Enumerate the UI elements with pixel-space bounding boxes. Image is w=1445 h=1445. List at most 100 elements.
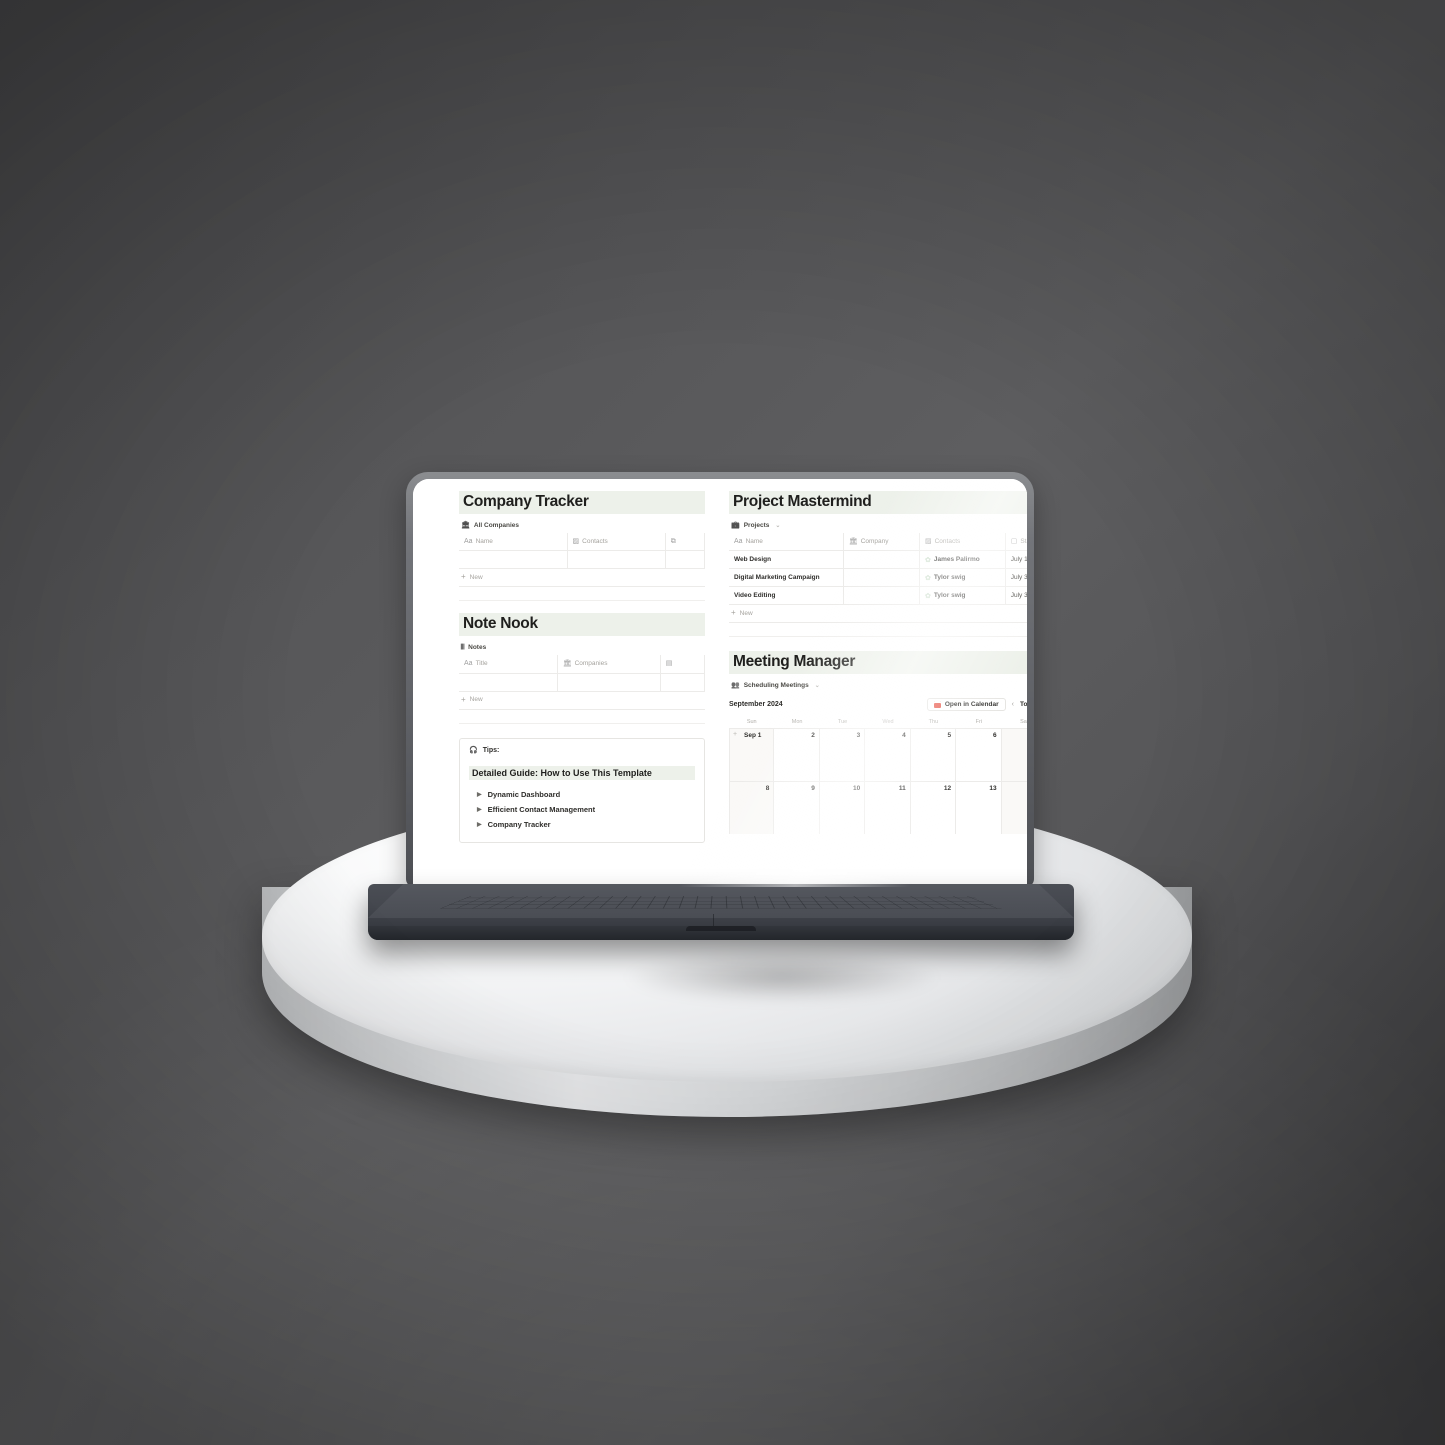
note-nook-view-selector[interactable]: 𝄃𝄃 Notes [461,644,705,651]
column-header-name-label: Name [475,538,493,546]
cell-contacts[interactable]: ✿ Tylor swig [918,568,1006,588]
calendar-day-cell[interactable]: 6 [956,729,1002,782]
list-icon: ▤ [665,660,673,668]
contacts-icon: ▨ [924,538,932,546]
cell-start[interactable]: July 1, [1004,550,1027,570]
table-header-row: Aa Name ▨ Contacts ⧉ [459,532,706,552]
today-button[interactable]: Today [1020,701,1027,708]
calendar-day-cell[interactable]: 5 [911,729,957,782]
cell-company[interactable] [842,550,920,570]
cell-name[interactable]: Digital Marketing Campaign [729,568,844,588]
chevron-right-icon[interactable]: ▶ [477,806,482,813]
text-type-icon: Aa [464,538,473,546]
calendar-day-cell[interactable]: 4 [865,729,911,782]
company-tracker-view-label: All Companies [473,521,520,529]
note-nook-table[interactable]: Aa Title 🏛 Companies ▤ [459,655,706,692]
calendar-day-cell[interactable]: + Sep 1 [729,729,775,782]
column-header-start[interactable]: ▢ Sta [1004,532,1027,552]
chevron-right-icon[interactable]: ▶ [477,821,482,828]
company-tracker-block: Company Tracker 🏛 All Companies Aa Name … [459,491,706,602]
cell-contacts[interactable] [566,550,666,570]
chevron-right-icon[interactable]: ▶ [477,791,482,798]
laptop-device: Company Tracker 🏛 All Companies Aa Name … [0,0,1445,1445]
calendar-day-number: 5 [947,732,952,740]
section-divider [729,623,1027,638]
cell-name[interactable] [459,550,568,570]
calendar-icon [933,701,941,709]
chevron-down-icon[interactable]: ⌄ [775,522,780,529]
calendar-day-cell[interactable]: 12 [911,782,957,835]
cell-contacts[interactable]: ✿ James Palirmo [918,550,1006,570]
meeting-manager-title: Meeting Manager [729,651,1027,675]
calendar-day-cell[interactable]: 14 [1001,782,1027,835]
note-nook-title: Note Nook [459,613,705,637]
column-header-contacts[interactable]: ▨ Contacts [566,532,666,552]
calendar-day-cell[interactable]: 13 [956,782,1002,835]
cell-company[interactable] [842,568,920,588]
column-header-company[interactable]: 🏛 Company [842,532,920,552]
calendar-day-number: 3 [856,732,861,740]
calendar-day-cell[interactable]: 11 [865,782,911,835]
list-item[interactable]: ▶ Dynamic Dashboard [469,787,695,802]
company-tracker-view-selector[interactable]: 🏛 All Companies [461,522,705,529]
calendar-day-number: 2 [811,732,815,740]
cell-company[interactable] [842,586,920,606]
cell-title[interactable] [459,672,558,692]
project-mastermind-block: Project Mastermind 💼 Projects ⌄ Aa Name … [729,491,1027,638]
calendar-day-cell[interactable]: 10 [820,782,866,835]
prev-month-button[interactable]: ‹ [1012,701,1014,708]
guide-title: Detailed Guide: How to Use This Template [469,765,695,780]
calendar-day-cell[interactable]: 2 [774,729,820,782]
contact-label: Tylor swig [933,592,966,600]
column-header-name[interactable]: Aa Name [729,532,844,552]
calendar-day-names: Sun Mon Tue Wed Thu Fri Sat [729,717,1027,728]
column-header-contacts[interactable]: ▨ Contacts [918,532,1006,552]
cell-start[interactable]: July 30 [1004,568,1027,588]
list-item-label: Company Tracker [487,819,551,829]
note-nook-new-row-button[interactable]: + New [459,692,705,710]
meeting-manager-view-selector[interactable]: 👥 Scheduling Meetings ⌄ [731,682,1027,689]
table-row[interactable]: Digital Marketing Campaign ✿ Tylor swig [729,568,1027,588]
column-header-extra[interactable]: ⧉ [664,532,706,552]
company-tracker-title: Company Tracker [459,491,705,514]
cell-companies[interactable] [556,672,661,692]
project-mastermind-table[interactable]: Aa Name 🏛 Company ▨ Contacts ▢ St Web De… [729,532,1027,606]
column-header-extra[interactable]: ▤ [659,655,706,674]
column-header-companies[interactable]: 🏛 Companies [556,655,661,674]
company-tracker-new-row-button[interactable]: + New [459,569,705,588]
laptop-base [368,884,1074,940]
table-row[interactable] [459,550,706,570]
column-header-name[interactable]: Aa Name [459,532,568,552]
note-nook-block: Note Nook 𝄃𝄃 Notes Aa Title 🏛 Companies … [459,613,706,724]
cell-start[interactable]: July 31 [1004,586,1027,606]
bank-icon: 🏛 [461,521,470,529]
new-row-label: New [469,696,483,704]
text-type-icon: Aa [734,538,743,546]
calendar-day-cell[interactable]: 3 [820,729,866,782]
open-in-calendar-button[interactable]: Open in Calendar [926,698,1006,712]
cell-contacts[interactable]: ✿ Tylor swig [918,586,1006,606]
calendar-day-cell[interactable]: 7 [1001,729,1027,782]
date-icon: ▢ [1010,538,1018,546]
table-header-row: Aa Title 🏛 Companies ▤ [459,655,706,674]
chevron-down-icon[interactable]: ⌄ [815,682,820,689]
cell-name[interactable]: Video Editing [729,586,844,606]
company-tracker-table[interactable]: Aa Name ▨ Contacts ⧉ [459,532,706,570]
add-event-icon[interactable]: + [733,731,737,738]
table-header-row: Aa Name 🏛 Company ▨ Contacts ▢ St [729,532,1027,552]
table-row[interactable] [459,672,706,692]
plus-icon: + [461,694,466,704]
cell-extra[interactable] [664,550,706,570]
list-item[interactable]: ▶ Company Tracker [469,817,695,832]
table-row[interactable]: Web Design ✿ James Palirmo July 1, [729,550,1027,570]
table-row[interactable]: Video Editing ✿ Tylor swig July 31 [729,586,1027,606]
calendar-day-cell[interactable]: 9 [774,782,820,835]
cell-name[interactable]: Web Design [729,550,844,570]
project-mastermind-new-row-button[interactable]: + New [729,605,1027,624]
new-row-label: New [739,609,753,617]
column-header-title[interactable]: Aa Title [459,655,558,674]
project-mastermind-view-selector[interactable]: 💼 Projects ⌄ [731,522,1027,529]
cell-extra[interactable] [659,672,706,692]
list-item[interactable]: ▶ Efficient Contact Management [469,802,695,817]
calendar-day-cell[interactable]: 8 [729,782,775,835]
